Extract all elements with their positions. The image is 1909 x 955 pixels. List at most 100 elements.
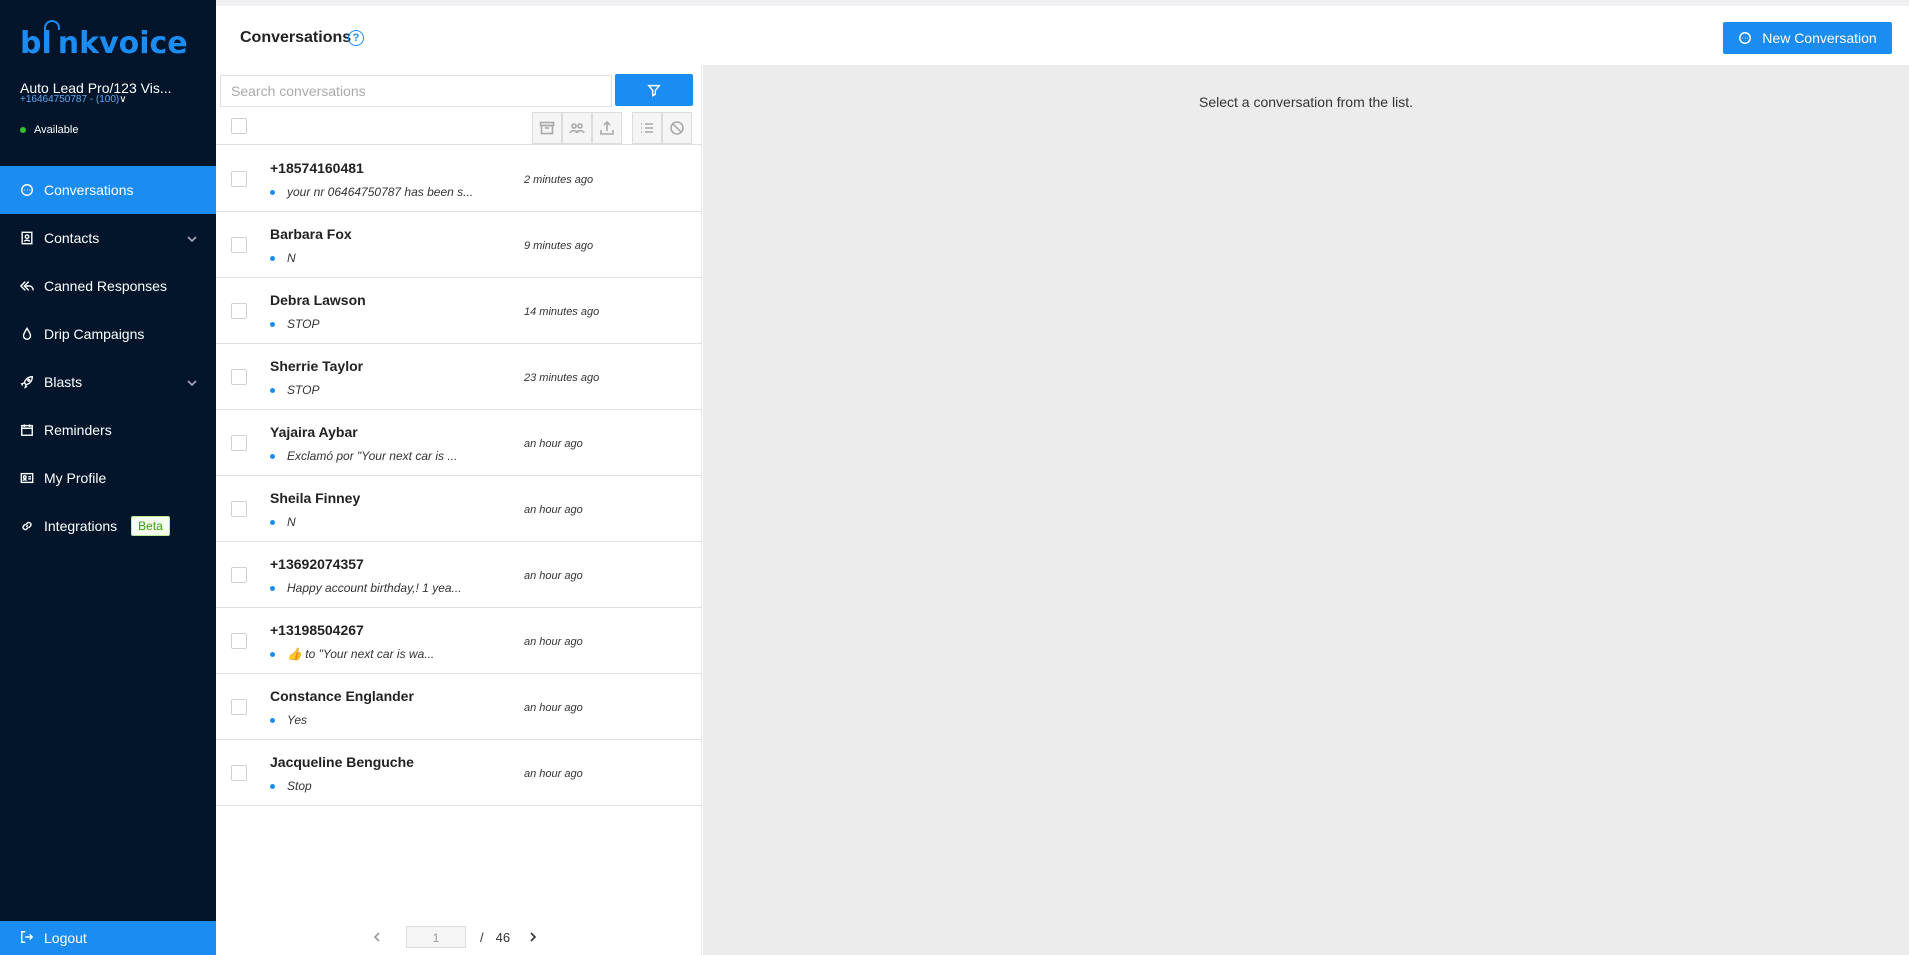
page-number-input[interactable]: 1 [406,926,466,948]
timestamp: an hour ago [524,636,583,648]
sidebar-item-integrations[interactable]: Integrations Beta [0,502,216,550]
filter-icon [647,84,661,97]
page-separator: / [480,929,484,945]
timestamp: 23 minutes ago [524,372,600,384]
sidebar-item-label: Conversations [44,182,134,198]
unread-dot-icon [270,519,275,525]
row-checkbox[interactable] [231,303,247,319]
sidebar-item-canned-responses[interactable]: Canned Responses [0,262,216,310]
chevron-left-icon [373,931,380,942]
prev-page-button[interactable] [372,930,382,945]
new-conversation-label: New Conversation [1762,30,1877,46]
row-checkbox[interactable] [231,369,247,385]
page-title: Conversations [240,29,352,46]
group-button[interactable] [562,112,592,144]
row-checkbox[interactable] [231,435,247,451]
list-item[interactable]: Debra Lawson STOP 14 minutes ago [216,278,702,344]
id-card-icon [20,471,34,485]
status-label: Available [34,124,79,136]
list-item[interactable]: +18574160481 your nr 06464750787 has bee… [216,146,702,212]
message-preview: Happy account birthday,! 1 yea... [270,581,462,595]
chevron-right-icon [530,931,537,942]
row-checkbox[interactable] [231,567,247,583]
calendar-icon [20,423,34,437]
filter-button[interactable] [615,74,693,106]
page-header: Conversations ? New Conversation [216,0,1909,65]
row-checkbox[interactable] [231,765,247,781]
sidebar-item-label: Reminders [44,422,112,438]
logout-button[interactable]: Logout [0,921,216,955]
list-item[interactable]: Barbara Fox N 9 minutes ago [216,212,702,278]
sidebar-item-reminders[interactable]: Reminders [0,406,216,454]
list-item[interactable]: +13198504267 👍 to "Your next car is wa..… [216,608,702,674]
row-checkbox[interactable] [231,633,247,649]
archive-button[interactable] [532,112,562,144]
sidebar-item-label: Canned Responses [44,278,167,294]
sidebar-item-my-profile[interactable]: My Profile [0,454,216,502]
list-item[interactable]: Sherrie Taylor STOP 23 minutes ago [216,344,702,410]
sidebar-item-contacts[interactable]: Contacts [0,214,216,262]
list-item[interactable]: Sheila Finney N an hour ago [216,476,702,542]
contact-name: +13198504267 [270,622,364,638]
help-icon[interactable]: ? [348,30,364,46]
chevron-down-icon [186,232,198,244]
preview-text: Stop [287,779,312,793]
contact-name: +18574160481 [270,160,364,176]
preview-text: STOP [287,317,320,331]
sidebar-item-conversations[interactable]: Conversations [0,166,216,214]
contact-name: Debra Lawson [270,292,366,308]
sidebar-item-label: My Profile [44,470,107,486]
logo-text: bl nkvoice [20,26,188,61]
message-preview: your nr 06464750787 has been s... [270,185,473,199]
contact-name: Constance Englander [270,688,414,704]
account-phone[interactable]: +16464750787 - (100)∨ [20,94,127,105]
next-page-button[interactable] [528,930,538,945]
list-item[interactable]: Jacqueline Benguche Stop an hour ago [216,740,702,806]
block-button[interactable] [662,112,692,144]
sidebar-item-label: Blasts [44,374,83,390]
chat-icon [20,183,34,197]
message-preview: N [270,515,296,529]
new-conversation-button[interactable]: New Conversation [1723,22,1892,54]
preview-text: N [287,515,296,529]
unread-dot-icon [270,717,275,723]
export-icon [600,120,614,135]
brand-logo[interactable]: bl nkvoice [20,20,188,61]
archive-icon [539,121,555,135]
timestamp: an hour ago [524,438,583,450]
list-item[interactable]: Yajaira Aybar Exclamó por "Your next car… [216,410,702,476]
sidebar-item-label: Integrations [44,518,118,534]
sidebar-item-label: Drip Campaigns [44,326,145,342]
row-checkbox[interactable] [231,171,247,187]
export-button[interactable] [592,112,622,144]
sidebar-nav: Conversations Contacts Canned Responses … [0,166,216,550]
sidebar: bl nkvoice Auto Lead Pro/123 Vis... +1646… [0,0,216,955]
contact-name: Sherrie Taylor [270,358,364,374]
empty-state-message: Select a conversation from the list. [1199,94,1413,110]
reply-all-icon [20,279,34,293]
contact-name: +13692074357 [270,556,364,572]
group-icon [569,123,585,134]
preview-text: STOP [287,383,320,397]
list-item[interactable]: Constance Englander Yes an hour ago [216,674,702,740]
list-view-button[interactable] [632,112,662,144]
unread-dot-icon [270,189,275,195]
timestamp: an hour ago [524,504,583,516]
page-total: 46 [495,929,511,945]
sidebar-item-blasts[interactable]: Blasts [0,358,216,406]
row-checkbox[interactable] [231,699,247,715]
row-checkbox[interactable] [231,237,247,253]
select-all-checkbox[interactable] [231,118,247,134]
pagination: 1 / 46 [372,926,538,948]
timestamp: an hour ago [524,768,583,780]
beta-badge: Beta [131,516,170,536]
list-item[interactable]: +13692074357 Happy account birthday,! 1 … [216,542,702,608]
sidebar-item-drip-campaigns[interactable]: Drip Campaigns [0,310,216,358]
preview-text: Happy account birthday,! 1 yea... [287,581,462,595]
preview-text: N [287,251,296,265]
search-input[interactable] [220,75,612,107]
availability-status[interactable]: Available [20,124,78,136]
row-checkbox[interactable] [231,501,247,517]
list-toolbar [216,109,702,145]
contact-name: Jacqueline Benguche [270,754,414,770]
